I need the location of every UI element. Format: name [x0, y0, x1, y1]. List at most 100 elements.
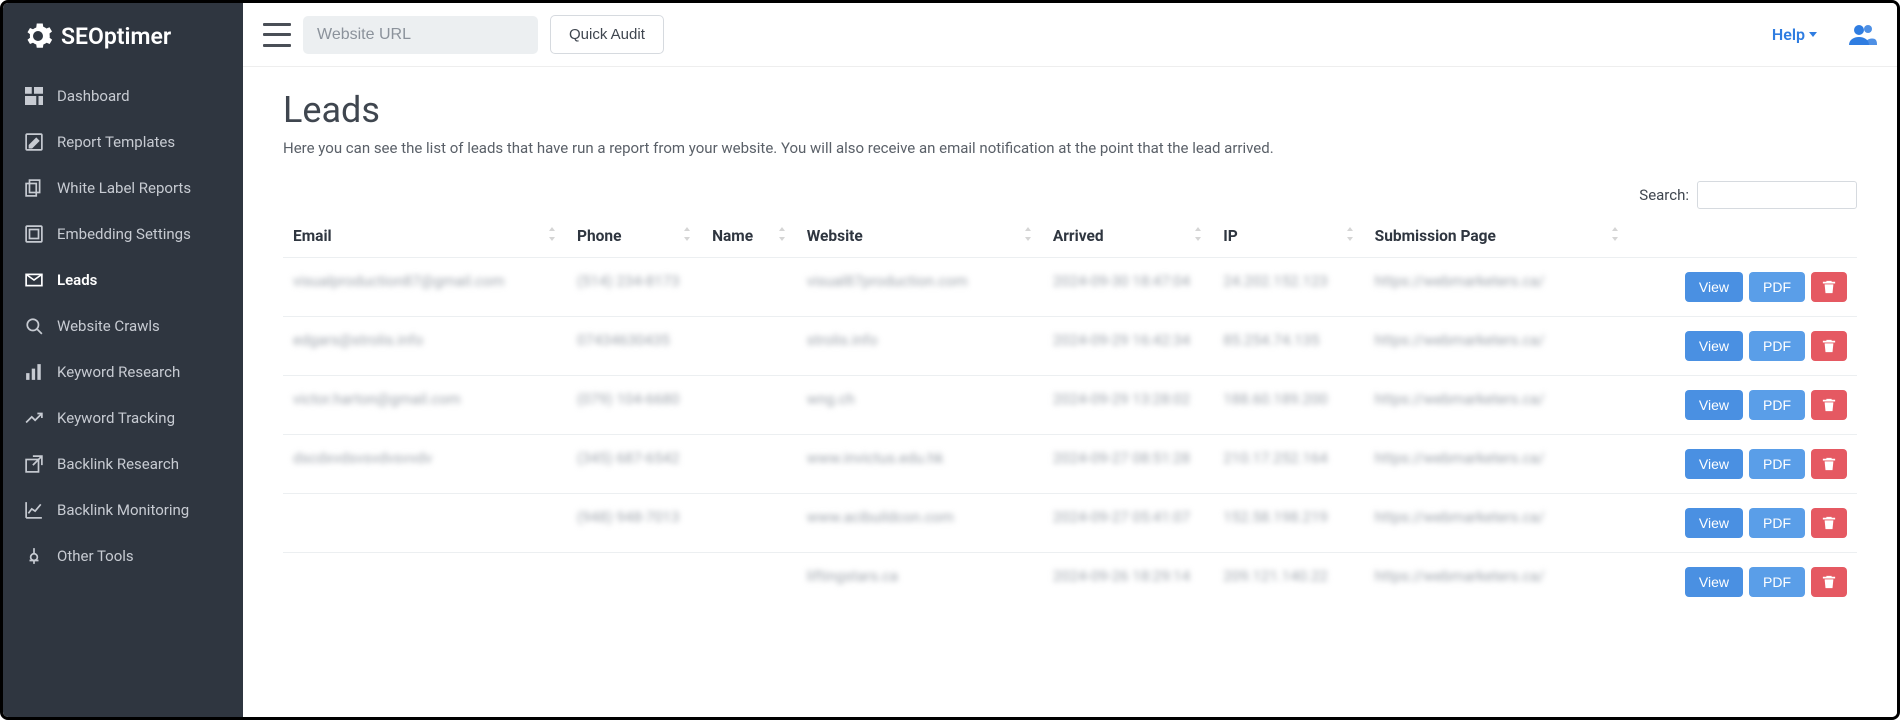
sidebar-item-embedding-settings[interactable]: Embedding Settings	[3, 211, 243, 257]
cell-website: visual87production.com	[797, 258, 1043, 317]
cell-arrived: 2024-09-26 18:29:14	[1043, 553, 1213, 612]
sort-icon	[1023, 227, 1033, 245]
topbar: Quick Audit Help	[243, 3, 1897, 67]
sidebar-item-label: White Label Reports	[57, 179, 191, 197]
search-input[interactable]	[1697, 181, 1857, 209]
help-dropdown[interactable]: Help	[1772, 25, 1817, 44]
sidebar-item-report-templates[interactable]: Report Templates	[3, 119, 243, 165]
brand-logo[interactable]: SEOptimer	[3, 3, 243, 69]
sort-icon	[682, 227, 692, 245]
trash-icon	[1822, 398, 1836, 412]
cell-name	[702, 376, 797, 435]
cell-email: dscdxvdsvsvdvsvvdv	[283, 435, 567, 494]
sort-icon	[1345, 227, 1355, 245]
view-button[interactable]: View	[1685, 449, 1743, 479]
cell-submission: https://webmarketers.ca/	[1365, 376, 1630, 435]
sidebar-item-backlink-monitoring[interactable]: Backlink Monitoring	[3, 487, 243, 533]
column-header[interactable]: Name	[702, 215, 797, 258]
sidebar-item-website-crawls[interactable]: Website Crawls	[3, 303, 243, 349]
pdf-button[interactable]: PDF	[1749, 390, 1805, 420]
brand-name: SEOptimer	[61, 23, 171, 50]
menu-toggle-icon[interactable]	[263, 23, 291, 47]
cell-phone: 07434630435	[567, 317, 702, 376]
cell-website: www.invictus.edu.hk	[797, 435, 1043, 494]
magnify-icon	[25, 317, 43, 335]
pdf-button[interactable]: PDF	[1749, 508, 1805, 538]
cell-arrived: 2024-09-27 05:41:07	[1043, 494, 1213, 553]
sidebar-item-other-tools[interactable]: Other Tools	[3, 533, 243, 579]
table-row: liftingstars.ca2024-09-26 18:29:14209.12…	[283, 553, 1857, 612]
cell-email: victor.harton@gmail.com	[283, 376, 567, 435]
website-url-input[interactable]	[303, 16, 538, 54]
page-description: Here you can see the list of leads that …	[283, 139, 1857, 157]
column-header	[1630, 215, 1857, 258]
trash-icon	[1822, 339, 1836, 353]
cell-name	[702, 553, 797, 612]
cell-submission: https://webmarketers.ca/	[1365, 435, 1630, 494]
column-header[interactable]: Website	[797, 215, 1043, 258]
users-icon[interactable]	[1849, 23, 1877, 47]
cell-website: www.acibuildcon.com	[797, 494, 1043, 553]
sidebar-nav: Dashboard Report Templates White Label Rep…	[3, 69, 243, 579]
cell-website: strolis.info	[797, 317, 1043, 376]
cell-ip: 188.60.189.200	[1213, 376, 1364, 435]
delete-button[interactable]	[1811, 390, 1847, 420]
page-title: Leads	[283, 89, 1857, 131]
view-button[interactable]: View	[1685, 567, 1743, 597]
dashboard-icon	[25, 87, 43, 105]
pdf-button[interactable]: PDF	[1749, 331, 1805, 361]
sidebar-item-leads[interactable]: Leads	[3, 257, 243, 303]
trash-icon	[1822, 575, 1836, 589]
pdf-button[interactable]: PDF	[1749, 272, 1805, 302]
table-row: visualproduction87@gmail.com(514) 234-81…	[283, 258, 1857, 317]
cell-email	[283, 553, 567, 612]
sidebar-item-dashboard[interactable]: Dashboard	[3, 73, 243, 119]
sidebar-item-keyword-research[interactable]: Keyword Research	[3, 349, 243, 395]
delete-button[interactable]	[1811, 567, 1847, 597]
column-header[interactable]: Submission Page	[1365, 215, 1630, 258]
cell-name	[702, 258, 797, 317]
column-header[interactable]: Arrived	[1043, 215, 1213, 258]
trash-icon	[1822, 280, 1836, 294]
delete-button[interactable]	[1811, 508, 1847, 538]
sidebar-item-keyword-tracking[interactable]: Keyword Tracking	[3, 395, 243, 441]
sidebar-item-label: Backlink Monitoring	[57, 501, 189, 519]
pdf-button[interactable]: PDF	[1749, 567, 1805, 597]
sidebar-item-backlink-research[interactable]: Backlink Research	[3, 441, 243, 487]
delete-button[interactable]	[1811, 331, 1847, 361]
cell-actions: ViewPDF	[1630, 494, 1857, 553]
view-button[interactable]: View	[1685, 272, 1743, 302]
cell-email	[283, 494, 567, 553]
sidebar-item-label: Embedding Settings	[57, 225, 191, 243]
cell-submission: https://webmarketers.ca/	[1365, 258, 1630, 317]
external-link-icon	[25, 455, 43, 473]
cell-actions: ViewPDF	[1630, 317, 1857, 376]
view-button[interactable]: View	[1685, 390, 1743, 420]
cell-arrived: 2024-09-30 18:47:04	[1043, 258, 1213, 317]
view-button[interactable]: View	[1685, 331, 1743, 361]
table-row: victor.harton@gmail.com(079) 104-6680wng…	[283, 376, 1857, 435]
table-row: edgars@strolis.info07434630435strolis.in…	[283, 317, 1857, 376]
sidebar-item-label: Keyword Research	[57, 363, 180, 381]
view-button[interactable]: View	[1685, 508, 1743, 538]
cell-submission: https://webmarketers.ca/	[1365, 494, 1630, 553]
pdf-button[interactable]: PDF	[1749, 449, 1805, 479]
sidebar-item-white-label-reports[interactable]: White Label Reports	[3, 165, 243, 211]
column-header[interactable]: IP	[1213, 215, 1364, 258]
mail-icon	[25, 271, 43, 289]
tool-icon	[25, 547, 43, 565]
gear-icon	[23, 21, 53, 51]
cell-phone: (948) 948-7013	[567, 494, 702, 553]
quick-audit-button[interactable]: Quick Audit	[550, 15, 664, 54]
cell-phone: (079) 104-6680	[567, 376, 702, 435]
column-header[interactable]: Email	[283, 215, 567, 258]
sidebar-item-label: Report Templates	[57, 133, 175, 151]
column-header[interactable]: Phone	[567, 215, 702, 258]
cell-phone: (345) 687-6542	[567, 435, 702, 494]
leads-table: EmailPhoneNameWebsiteArrivedIPSubmission…	[283, 215, 1857, 611]
delete-button[interactable]	[1811, 272, 1847, 302]
delete-button[interactable]	[1811, 449, 1847, 479]
sidebar-item-label: Backlink Research	[57, 455, 179, 473]
chevron-down-icon	[1809, 32, 1817, 37]
cell-actions: ViewPDF	[1630, 258, 1857, 317]
